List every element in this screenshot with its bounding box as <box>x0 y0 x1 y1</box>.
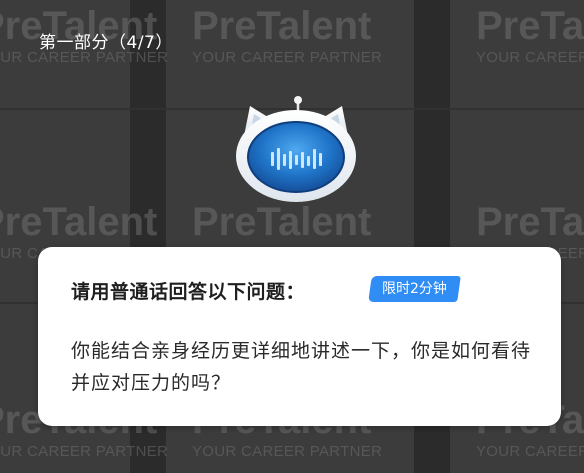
robot-cat-icon <box>230 94 362 206</box>
time-limit-badge: 限时2分钟 <box>368 276 461 302</box>
interview-screen: PreTalent YOUR CAREER PARTNER PreTalent … <box>0 0 584 473</box>
question-text: 你能结合亲身经历更详细地讲述一下，你是如何看待并应对压力的吗？ <box>71 340 532 394</box>
time-limit-label: 限时2分钟 <box>382 281 447 297</box>
section-progress: 第一部分（4/7） <box>39 33 173 53</box>
question-card: 请用普通话回答以下问题： 限时2分钟 你能结合亲身经历更详细地讲述一下，你是如何… <box>38 247 561 426</box>
question-instruction: 请用普通话回答以下问题： <box>71 281 306 303</box>
